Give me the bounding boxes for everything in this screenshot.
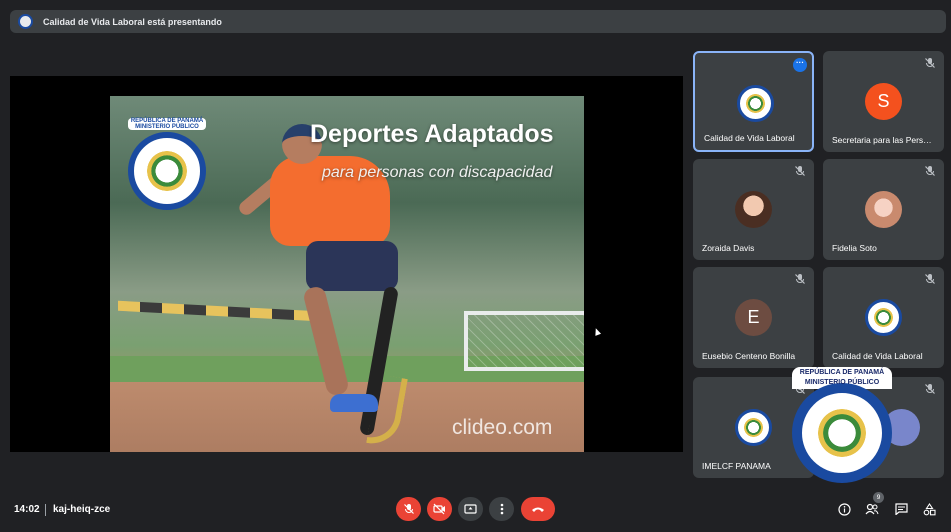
info-icon: [837, 502, 851, 516]
presenting-banner: Calidad de Vida Laboral está presentando: [10, 10, 946, 33]
participant-name: Calidad de Vida Laboral: [832, 351, 923, 361]
participant-tile[interactable]: ··· Calidad de Vida Laboral: [693, 51, 814, 152]
watermark: clideo.com: [452, 416, 553, 439]
participant-tile[interactable]: Zoraida Davis: [693, 159, 814, 260]
more-vert-icon: [500, 503, 503, 515]
meeting-code: kaj-heiq-zce: [53, 504, 111, 515]
slide-title: Deportes Adaptados: [310, 120, 554, 148]
present-screen-button[interactable]: [458, 497, 483, 521]
activities-icon: [923, 502, 936, 515]
end-call-button[interactable]: [521, 497, 555, 521]
mic-off-icon: [925, 58, 935, 68]
phone-hangup-icon: [532, 507, 544, 512]
slide-subtitle: para personas con discapacidad: [322, 164, 553, 181]
participant-name: Fidelia Soto: [832, 243, 877, 253]
people-icon: [865, 503, 879, 515]
participant-tile[interactable]: Calidad de Vida Laboral: [823, 267, 944, 368]
institute-seal-logo: [128, 132, 206, 210]
institute-seal-overlay: REPÚBLICA DE PANAMÁ MINISTERIO PÚBLICO: [792, 367, 895, 485]
institute-seal-icon: [735, 409, 772, 446]
chat-icon: [894, 503, 908, 515]
presentation-stage[interactable]: REPÚBLICA DE PANAMÁ MINISTERIO PÚBLICO D…: [10, 76, 683, 452]
mic-off-icon: [403, 504, 414, 514]
camera-toggle-button[interactable]: [427, 497, 452, 521]
participant-name: Zoraida Davis: [702, 243, 755, 253]
divider: [45, 504, 46, 516]
institute-seal-icon: [18, 14, 33, 29]
participant-name: Calidad de Vida Laboral: [704, 133, 795, 143]
avatar: [735, 191, 772, 228]
mic-off-icon: [925, 274, 935, 284]
activities-button[interactable]: [921, 501, 937, 517]
overlay-seal-header: REPÚBLICA DE PANAMÁ MINISTERIO PÚBLICO: [792, 367, 892, 389]
mic-off-icon: [925, 166, 935, 176]
chat-button[interactable]: [893, 501, 909, 517]
present-screen-icon: [464, 504, 477, 514]
more-options-button[interactable]: [489, 497, 514, 521]
participant-tile[interactable]: Fidelia Soto: [823, 159, 944, 260]
people-button[interactable]: [864, 501, 880, 517]
institute-seal-icon: [865, 299, 902, 336]
shared-slide: REPÚBLICA DE PANAMÁ MINISTERIO PÚBLICO D…: [110, 96, 584, 452]
more-options-icon[interactable]: ···: [793, 58, 807, 72]
hurdle-image: [118, 300, 318, 322]
meeting-time: 14:02: [14, 504, 40, 515]
avatar: S: [865, 83, 902, 120]
participant-name: Eusebio Centeno Bonilla: [702, 351, 796, 361]
institute-seal-icon: [737, 85, 774, 122]
participant-name: Secretaria para las Pers…: [832, 135, 932, 145]
meeting-info-button[interactable]: [836, 501, 852, 517]
mic-off-icon: [795, 274, 805, 284]
presenting-label: Calidad de Vida Laboral está presentando: [43, 16, 222, 27]
mic-toggle-button[interactable]: [396, 497, 421, 521]
mic-off-icon: [795, 166, 805, 176]
slide-seal-caption: REPÚBLICA DE PANAMÁ MINISTERIO PÚBLICO: [128, 118, 206, 130]
people-count-badge: 9: [873, 492, 884, 503]
avatar: E: [735, 299, 772, 336]
mic-off-icon: [925, 384, 935, 394]
participant-tile[interactable]: E Eusebio Centeno Bonilla: [693, 267, 814, 368]
camera-off-icon: [433, 503, 445, 515]
goal-net-image: [464, 311, 584, 371]
participant-tile[interactable]: S Secretaria para las Pers…: [823, 51, 944, 152]
bottom-control-bar: 14:02 kaj-heiq-zce 9: [0, 492, 951, 532]
avatar: [865, 191, 902, 228]
